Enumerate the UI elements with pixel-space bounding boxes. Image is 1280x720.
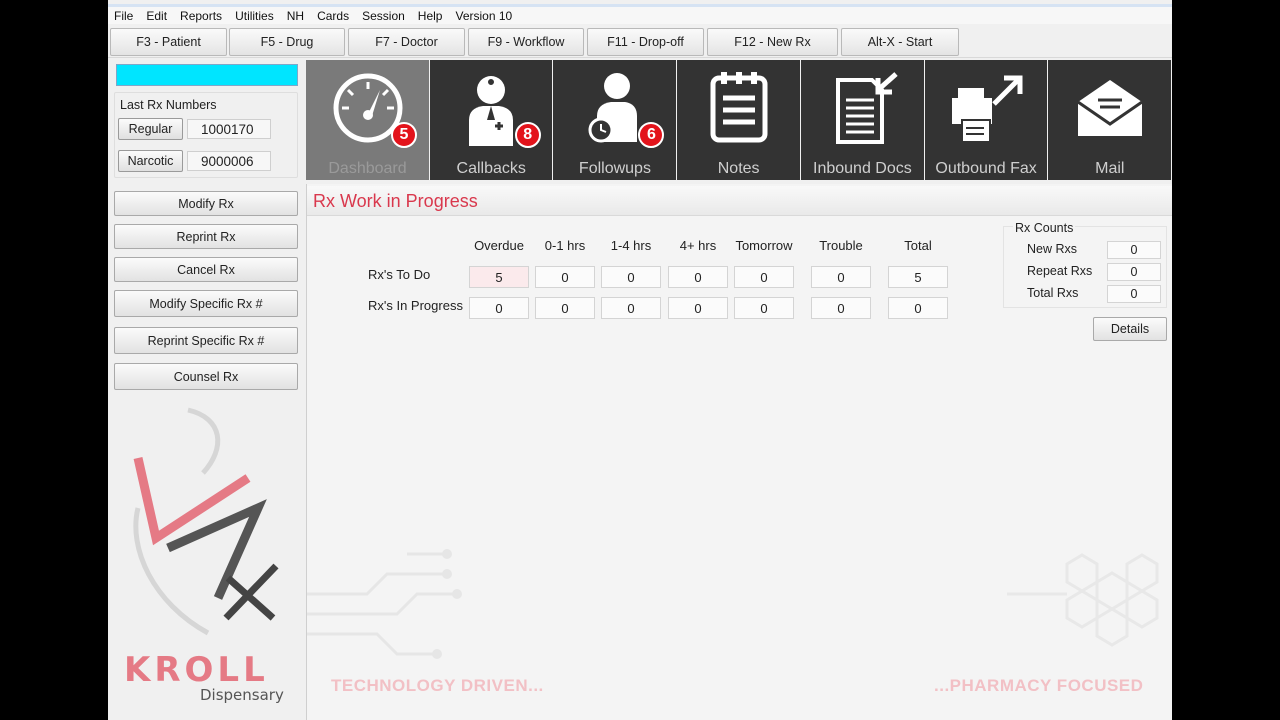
function-toolbar: F3 - Patient F5 - Drug F7 - Doctor F9 - …: [108, 26, 1172, 58]
fax-icon: [925, 68, 1048, 148]
tile-dashboard[interactable]: 5 Dashboard: [306, 60, 429, 180]
inbound-doc-icon: [801, 68, 924, 148]
doctor-button[interactable]: F7 - Doctor: [348, 28, 465, 56]
new-rxs-label: New Rxs: [1027, 242, 1078, 256]
todo-4plus-cell[interactable]: 0: [668, 266, 728, 288]
inprog-overdue-cell[interactable]: 0: [469, 297, 529, 319]
total-rxs-value: 0: [1107, 285, 1161, 303]
col-0-1-hrs: 0-1 hrs: [544, 238, 586, 253]
reprint-rx-button[interactable]: Reprint Rx: [114, 224, 298, 249]
menu-session[interactable]: Session: [362, 9, 405, 23]
tile-label: Mail: [1095, 160, 1125, 177]
menu-cards[interactable]: Cards: [317, 9, 349, 23]
left-panel: Last Rx Numbers Regular 1000170 Narcotic…: [108, 58, 304, 720]
slogan-right: ...PHARMACY FOCUSED: [934, 676, 1144, 695]
start-button[interactable]: Alt-X - Start: [841, 28, 959, 56]
search-input[interactable]: [116, 64, 298, 86]
regular-rx-value: 1000170: [187, 119, 271, 139]
total-rxs-label: Total Rxs: [1027, 286, 1079, 300]
kroll-logo-subtitle: Dispensary: [200, 686, 284, 704]
main-panel: Rx Work in Progress Overdue 0-1 hrs 1-4 …: [306, 184, 1172, 720]
mail-icon: [1048, 68, 1171, 148]
narcotic-button[interactable]: Narcotic: [118, 150, 183, 172]
new-rxs-value: 0: [1107, 241, 1161, 259]
notepad-icon: [677, 68, 800, 148]
dashboard-tiles: 5 Dashboard 8 Callbacks 6 Followups Note…: [306, 60, 1172, 182]
tile-followups[interactable]: 6 Followups: [553, 60, 677, 180]
tile-label: Dashboard: [328, 160, 407, 177]
tile-notes[interactable]: Notes: [677, 60, 800, 180]
regular-button[interactable]: Regular: [118, 118, 183, 140]
menu-version[interactable]: Version 10: [455, 9, 512, 23]
tile-label: Followups: [578, 160, 651, 177]
inprog-1-4-cell[interactable]: 0: [601, 297, 661, 319]
tile-outbound-fax[interactable]: Outbound Fax: [924, 60, 1048, 180]
todo-total-cell[interactable]: 5: [888, 266, 948, 288]
inprog-tomorrow-cell[interactable]: 0: [734, 297, 794, 319]
drop-off-button[interactable]: F11 - Drop-off: [587, 28, 704, 56]
menu-edit[interactable]: Edit: [146, 9, 167, 23]
todo-1-4-cell[interactable]: 0: [601, 266, 661, 288]
menu-file[interactable]: File: [114, 9, 133, 23]
menu-reports[interactable]: Reports: [180, 9, 222, 23]
tile-label: Outbound Fax: [935, 160, 1037, 177]
narcotic-rx-value: 9000006: [187, 151, 271, 171]
col-tomorrow: Tomorrow: [735, 238, 793, 253]
reprint-specific-rx-button[interactable]: Reprint Specific Rx #: [114, 327, 298, 354]
col-total: Total: [904, 238, 932, 253]
inprog-trouble-cell[interactable]: 0: [811, 297, 871, 319]
menu-utilities[interactable]: Utilities: [235, 9, 274, 23]
inprog-4plus-cell[interactable]: 0: [668, 297, 728, 319]
rx-counts-title: Rx Counts: [1013, 221, 1076, 235]
menu-bar: File Edit Reports Utilities NH Cards Ses…: [108, 4, 1172, 24]
new-rx-button[interactable]: F12 - New Rx: [707, 28, 838, 56]
tile-mail[interactable]: Mail: [1048, 60, 1172, 180]
menu-nh[interactable]: NH: [287, 9, 304, 23]
col-1-4-hrs: 1-4 hrs: [610, 238, 652, 253]
todo-overdue-cell[interactable]: 5: [469, 266, 529, 288]
tile-label: Inbound Docs: [813, 160, 912, 177]
inprog-0-1-cell[interactable]: 0: [535, 297, 595, 319]
inprog-total-cell[interactable]: 0: [888, 297, 948, 319]
col-trouble: Trouble: [819, 238, 863, 253]
modify-specific-rx-button[interactable]: Modify Specific Rx #: [114, 290, 298, 317]
workflow-button[interactable]: F9 - Workflow: [468, 28, 584, 56]
drug-button[interactable]: F5 - Drug: [229, 28, 345, 56]
tile-label: Callbacks: [456, 160, 526, 177]
last-rx-title: Last Rx Numbers: [120, 98, 217, 112]
hexagon-decoration: [1007, 553, 1159, 647]
col-overdue: Overdue: [474, 238, 524, 253]
modify-rx-button[interactable]: Modify Rx: [114, 191, 298, 216]
patient-button[interactable]: F3 - Patient: [110, 28, 227, 56]
dashboard-badge: 5: [391, 122, 417, 148]
tile-label: Notes: [717, 160, 760, 177]
col-4-plus-hrs: 4+ hrs: [679, 238, 717, 253]
menu-help[interactable]: Help: [418, 9, 443, 23]
repeat-rxs-value: 0: [1107, 263, 1161, 281]
section-title: Rx Work in Progress: [307, 186, 1172, 216]
row-to-do-label: Rx's To Do: [368, 267, 431, 282]
kroll-logo: KROLL Dispensary: [108, 398, 304, 720]
row-in-progress-label: Rx's In Progress: [368, 298, 463, 313]
circuit-decoration: [307, 549, 462, 659]
todo-0-1-cell[interactable]: 0: [535, 266, 595, 288]
details-button[interactable]: Details: [1093, 317, 1167, 341]
callbacks-badge: 8: [514, 122, 541, 148]
tile-inbound-docs[interactable]: Inbound Docs: [800, 60, 924, 180]
kroll-logo-mark: [133, 407, 279, 636]
todo-tomorrow-cell[interactable]: 0: [734, 266, 794, 288]
todo-trouble-cell[interactable]: 0: [811, 266, 871, 288]
slogan-left: TECHNOLOGY DRIVEN...: [331, 676, 544, 695]
kroll-logo-text: KROLL: [124, 650, 269, 690]
cancel-rx-button[interactable]: Cancel Rx: [114, 257, 298, 282]
counsel-rx-button[interactable]: Counsel Rx: [114, 363, 298, 390]
tile-callbacks[interactable]: 8 Callbacks: [429, 60, 553, 180]
repeat-rxs-label: Repeat Rxs: [1027, 264, 1093, 278]
app-window: File Edit Reports Utilities NH Cards Ses…: [108, 0, 1172, 720]
